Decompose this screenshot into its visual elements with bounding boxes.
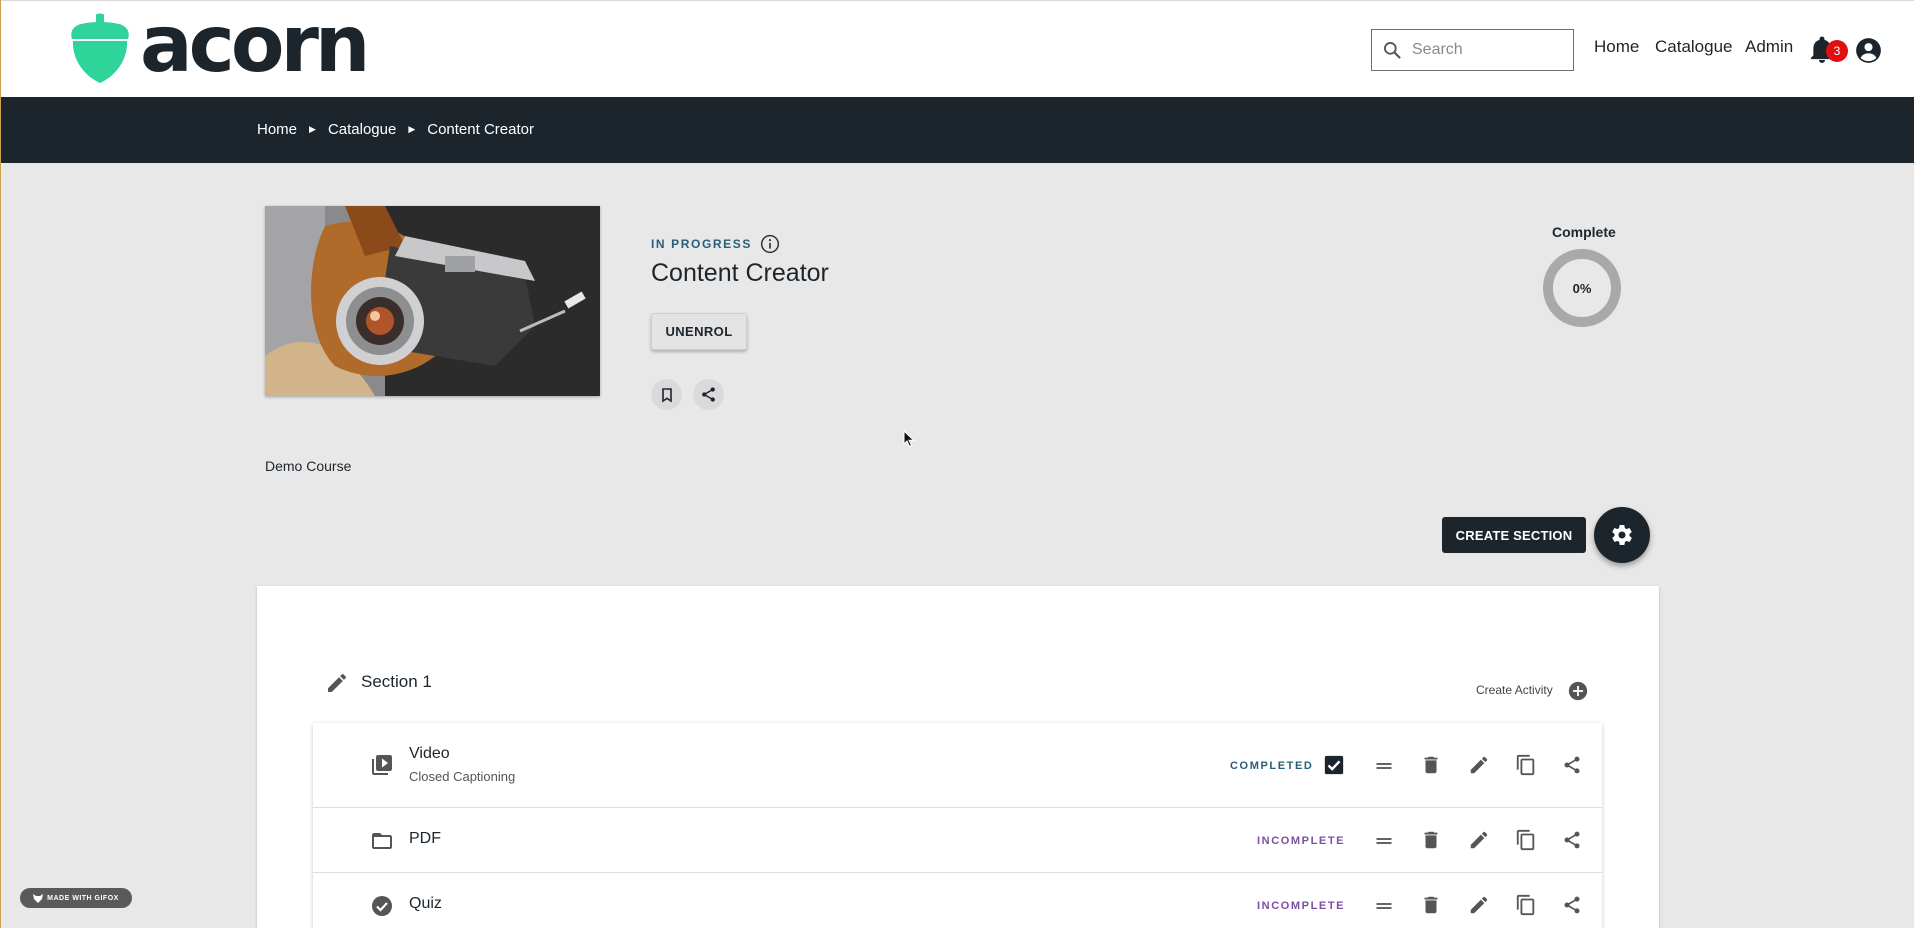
folder-open-icon (372, 833, 392, 849)
video-library-icon (372, 755, 392, 775)
breadcrumb-arrow-icon: ▶ (408, 124, 416, 134)
bookmark-button[interactable] (651, 379, 682, 410)
activity-row[interactable]: Video Closed Captioning COMPLETED (313, 723, 1602, 808)
share-icon (702, 387, 715, 402)
completed-checkbox[interactable] (1323, 754, 1345, 776)
activity-name: Quiz (409, 895, 442, 912)
gear-icon (1612, 525, 1632, 545)
course-title: Content Creator (651, 259, 829, 287)
delete-icon[interactable] (1420, 754, 1442, 776)
progress-ring: 0% (1543, 249, 1621, 327)
activity-status: COMPLETED (1230, 760, 1314, 772)
activity-status: INCOMPLETE (1257, 900, 1346, 912)
top-header: acorn Home Catalogue Admin 3 (0, 0, 1914, 97)
edit-icon[interactable] (1468, 829, 1490, 851)
activity-name: Video (409, 745, 450, 762)
add-circle-icon[interactable] (1567, 680, 1589, 702)
search-input[interactable] (1412, 41, 1562, 59)
nav-catalogue[interactable]: Catalogue (1655, 37, 1733, 57)
activity-name: PDF (409, 830, 441, 847)
edit-section-icon[interactable] (325, 671, 349, 695)
nav-home[interactable]: Home (1594, 37, 1639, 57)
check-circle-icon (372, 896, 392, 916)
breadcrumb: Home ▶ Catalogue ▶ Content Creator (257, 121, 534, 138)
delete-icon[interactable] (1420, 829, 1442, 851)
gifox-watermark: MADE WITH GIFOX (20, 888, 132, 908)
breadcrumb-current: Content Creator (427, 121, 534, 138)
breadcrumb-catalogue[interactable]: Catalogue (328, 121, 396, 138)
search-box[interactable] (1371, 29, 1574, 71)
share-icon[interactable] (1562, 755, 1582, 775)
course-thumbnail (265, 206, 600, 396)
activity-row[interactable]: Quiz INCOMPLETE (313, 873, 1602, 928)
breadcrumb-arrow-icon: ▶ (309, 124, 316, 134)
drag-handle-icon[interactable] (1373, 896, 1395, 916)
acorn-icon (71, 13, 129, 83)
share-course-button[interactable] (693, 379, 724, 410)
drag-handle-icon[interactable] (1373, 831, 1395, 851)
unenrol-button[interactable]: UNENROL (651, 313, 747, 350)
activity-list: Video Closed Captioning COMPLETED PDF IN… (313, 723, 1602, 928)
bookmark-icon (661, 387, 672, 402)
settings-fab[interactable] (1594, 507, 1650, 563)
notification-badge: 3 (1826, 40, 1848, 62)
activity-subtitle: Closed Captioning (409, 769, 516, 784)
breadcrumb-bar: Home ▶ Catalogue ▶ Content Creator (0, 97, 1914, 163)
watermark-text: MADE WITH GIFOX (47, 894, 119, 902)
fox-icon (33, 893, 44, 903)
create-section-button[interactable]: CREATE SECTION (1442, 517, 1586, 553)
camera-image (265, 206, 600, 396)
course-status: IN PROGRESS (651, 234, 780, 254)
create-activity-label[interactable]: Create Activity (1476, 683, 1553, 697)
course-type-label: Demo Course (265, 458, 352, 474)
acorn-logo[interactable]: acorn (70, 6, 370, 85)
duplicate-icon[interactable] (1515, 754, 1537, 776)
search-icon (1384, 42, 1401, 59)
share-icon[interactable] (1562, 830, 1582, 850)
progress-label: Complete (1552, 224, 1616, 240)
info-icon[interactable] (760, 234, 780, 254)
nav-admin[interactable]: Admin (1745, 37, 1793, 57)
delete-icon[interactable] (1420, 894, 1442, 916)
window-edge (0, 0, 1, 928)
logo-text: acorn (140, 0, 370, 90)
drag-handle-icon[interactable] (1373, 756, 1395, 776)
duplicate-icon[interactable] (1515, 829, 1537, 851)
activity-status: INCOMPLETE (1257, 835, 1346, 847)
edit-icon[interactable] (1468, 894, 1490, 916)
mouse-cursor-icon (903, 430, 915, 448)
edit-icon[interactable] (1468, 754, 1490, 776)
share-icon[interactable] (1562, 895, 1582, 915)
account-circle-icon[interactable] (1855, 37, 1882, 64)
breadcrumb-home[interactable]: Home (257, 121, 297, 138)
duplicate-icon[interactable] (1515, 894, 1537, 916)
progress-value: 0% (1572, 280, 1592, 296)
activity-row[interactable]: PDF INCOMPLETE (313, 808, 1602, 873)
course-status-text: IN PROGRESS (651, 237, 752, 251)
section-title: Section 1 (361, 672, 432, 691)
